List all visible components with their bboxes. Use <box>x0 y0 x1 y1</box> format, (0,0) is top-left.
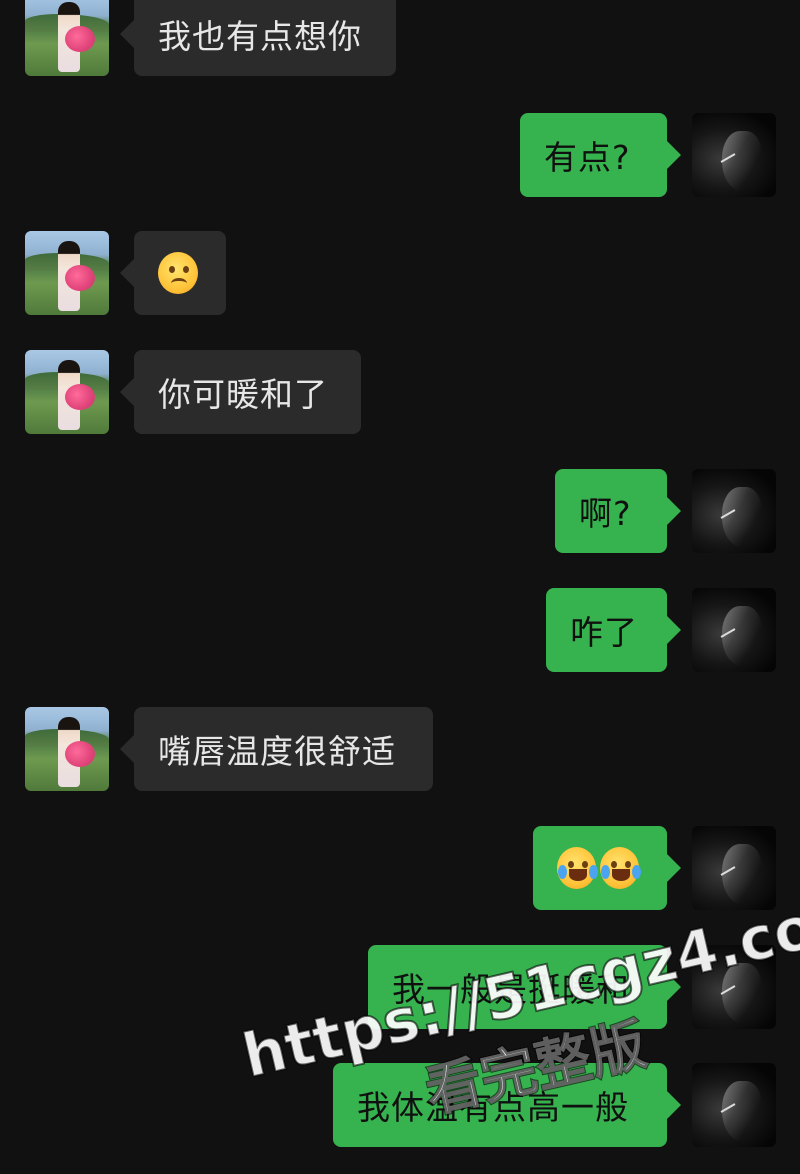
message-row: 我也有点想你 <box>0 0 800 76</box>
message-row: 我体温有点高一般 <box>0 1063 800 1147</box>
my-avatar[interactable] <box>692 113 776 197</box>
outgoing-message-bubble[interactable]: 我体温有点高一般 <box>333 1063 681 1147</box>
chat-thread: 我也有点想你 有点? 你可暖和了 啊? 咋了 嘴唇温度很舒适 我一般是挺暖和 我… <box>0 0 800 1174</box>
message-row <box>0 231 800 315</box>
message-row <box>0 826 800 910</box>
message-row: 有点? <box>0 113 800 197</box>
contact-avatar[interactable] <box>25 231 109 315</box>
incoming-message-bubble[interactable] <box>120 231 226 315</box>
confused-face-icon <box>158 252 198 294</box>
message-row: 咋了 <box>0 588 800 672</box>
outgoing-message-bubble[interactable]: 咋了 <box>546 588 681 672</box>
crying-laughing-icon <box>600 847 641 889</box>
message-row: 我一般是挺暖和 <box>0 945 800 1029</box>
my-avatar[interactable] <box>692 945 776 1029</box>
message-row: 嘴唇温度很舒适 <box>0 707 800 791</box>
message-text: 啊? <box>579 494 632 533</box>
message-text: 你可暖和了 <box>158 375 328 414</box>
message-text: 有点? <box>544 138 631 177</box>
message-text: 我一般是挺暖和 <box>392 970 630 1009</box>
incoming-message-bubble[interactable]: 嘴唇温度很舒适 <box>120 707 433 791</box>
outgoing-message-bubble[interactable]: 啊? <box>555 469 681 553</box>
contact-avatar[interactable] <box>25 0 109 76</box>
message-text: 嘴唇温度很舒适 <box>158 732 396 771</box>
message-text: 我也有点想你 <box>158 17 362 56</box>
outgoing-message-bubble[interactable]: 我一般是挺暖和 <box>368 945 681 1029</box>
outgoing-message-bubble[interactable]: 有点? <box>520 113 681 197</box>
message-row: 你可暖和了 <box>0 350 800 434</box>
message-row: 啊? <box>0 469 800 553</box>
my-avatar[interactable] <box>692 1063 776 1147</box>
my-avatar[interactable] <box>692 826 776 910</box>
my-avatar[interactable] <box>692 469 776 553</box>
crying-laughing-icon <box>557 847 598 889</box>
contact-avatar[interactable] <box>25 707 109 791</box>
message-text: 咋了 <box>570 613 638 652</box>
contact-avatar[interactable] <box>25 350 109 434</box>
message-text: 我体温有点高一般 <box>357 1088 629 1127</box>
my-avatar[interactable] <box>692 588 776 672</box>
outgoing-message-bubble[interactable] <box>533 826 681 910</box>
incoming-message-bubble[interactable]: 我也有点想你 <box>120 0 396 76</box>
incoming-message-bubble[interactable]: 你可暖和了 <box>120 350 361 434</box>
